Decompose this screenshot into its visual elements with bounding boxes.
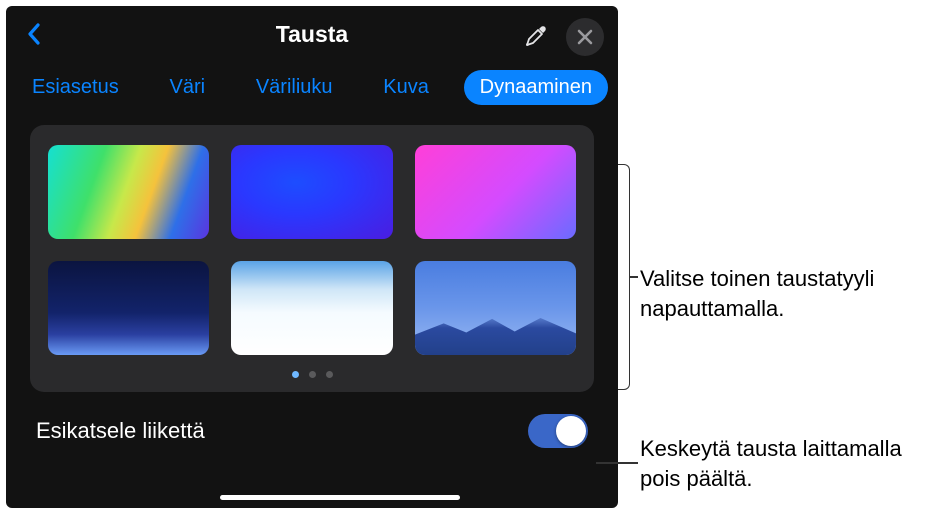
eyedropper-icon <box>524 24 548 48</box>
page-dot-2[interactable] <box>309 371 316 378</box>
close-icon <box>577 29 593 45</box>
callout-leader-2 <box>596 462 638 464</box>
chevron-left-icon <box>26 22 42 46</box>
preview-motion-row: Esikatsele liikettä <box>6 392 618 448</box>
swatch-rainbow-gradient[interactable] <box>48 145 209 239</box>
swatch-area <box>30 125 594 392</box>
preview-motion-label: Esikatsele liikettä <box>36 418 205 444</box>
swatch-deep-night[interactable] <box>48 261 209 355</box>
preview-motion-toggle[interactable] <box>528 414 588 448</box>
swatch-magenta-purple[interactable] <box>415 145 576 239</box>
tab-image[interactable]: Kuva <box>367 70 445 105</box>
callout-pause-motion: Keskeytä tausta laittamalla pois päältä. <box>640 434 940 493</box>
callout-bracket-swatches <box>618 164 630 390</box>
home-indicator <box>220 495 460 500</box>
swatch-blue-radial[interactable] <box>231 145 392 239</box>
background-panel: Tausta Esiasetus Väri Väriliuku Kuva Dyn… <box>6 6 618 508</box>
page-indicator[interactable] <box>48 371 576 378</box>
page-dot-1[interactable] <box>292 371 299 378</box>
swatch-blue-mountains[interactable] <box>415 261 576 355</box>
toggle-knob <box>556 416 586 446</box>
page-dot-3[interactable] <box>326 371 333 378</box>
callout-leader-1 <box>630 276 638 278</box>
panel-header: Tausta <box>6 6 618 62</box>
swatch-sky-white[interactable] <box>231 261 392 355</box>
close-button[interactable] <box>566 18 604 56</box>
tab-gradient[interactable]: Väriliuku <box>240 70 349 105</box>
panel-title: Tausta <box>276 21 348 48</box>
eyedropper-button[interactable] <box>520 20 552 52</box>
tab-dynamic[interactable]: Dynaaminen <box>464 70 608 105</box>
callout-choose-style: Valitse toinen taustatyyli napauttamalla… <box>640 264 930 323</box>
back-button[interactable] <box>20 20 48 48</box>
swatch-grid <box>48 145 576 355</box>
tab-bar: Esiasetus Väri Väriliuku Kuva Dynaaminen <box>6 62 618 119</box>
tab-color[interactable]: Väri <box>153 70 221 105</box>
tab-preset[interactable]: Esiasetus <box>16 70 135 105</box>
